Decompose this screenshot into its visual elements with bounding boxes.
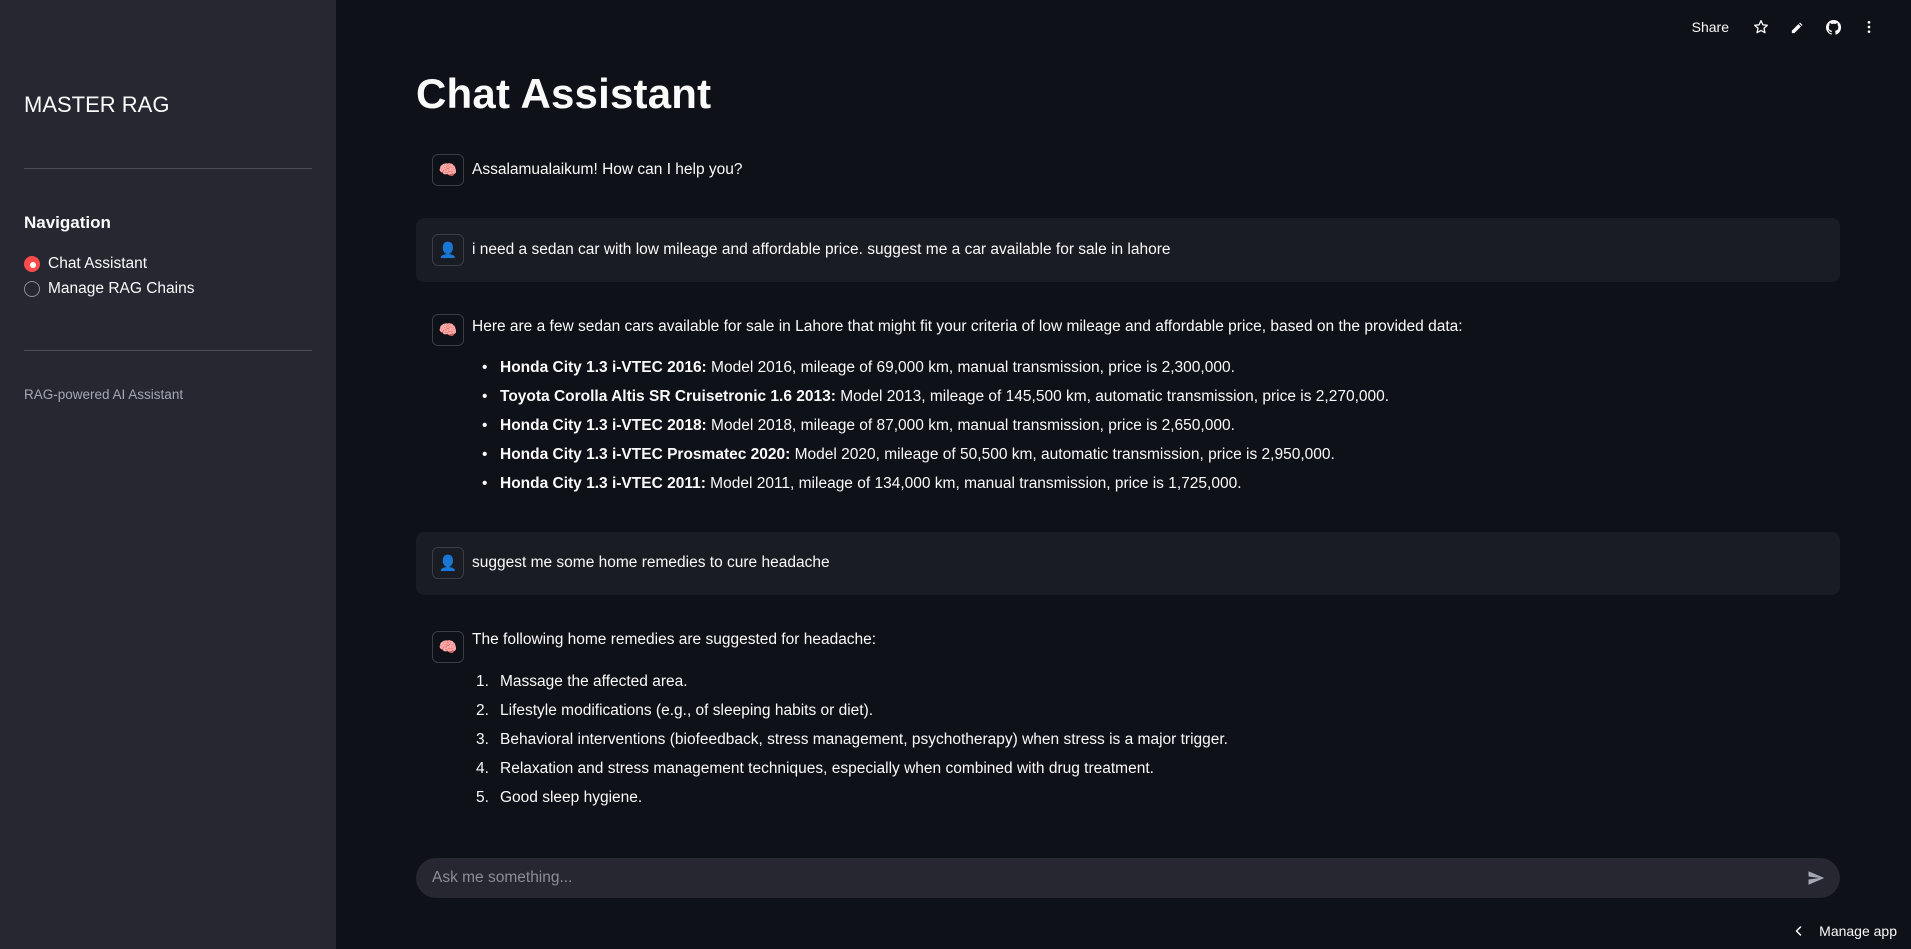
user-icon: 👤 [432, 547, 464, 579]
nav-option-chat-assistant[interactable]: Chat Assistant [24, 255, 147, 273]
list-number: 5. [476, 789, 489, 806]
radio-unselected-icon [24, 281, 40, 297]
manage-app-button[interactable]: Manage app [1793, 923, 1897, 939]
nav-option-manage-rag-chains[interactable]: Manage RAG Chains [24, 280, 194, 298]
navigation-title: Navigation [24, 213, 111, 232]
list-item-text: Good sleep hygiene. [500, 789, 643, 806]
edit-pencil-icon[interactable] [1779, 14, 1815, 40]
message-text: Assalamualaikum! How can I help you? [472, 161, 743, 178]
bullet-icon: • [482, 359, 488, 376]
brand-title: MASTER RAG [24, 92, 170, 117]
list-item-text: Massage the affected area. [500, 673, 688, 690]
brain-icon: 🧠 [432, 631, 464, 663]
chat-message-assistant: 🧠 Here are a few sedan cars available fo… [416, 310, 1840, 500]
message-text: Here are a few sedan cars available for … [472, 318, 1463, 335]
list-item-text: Lifestyle modifications (e.g., of sleepi… [500, 702, 874, 719]
car-details: Model 2013, mileage of 145,500 km, autom… [835, 388, 1390, 405]
sidebar-caption: RAG-powered AI Assistant [24, 387, 184, 402]
star-icon[interactable] [1743, 14, 1779, 40]
chat-input-container [416, 858, 1840, 898]
send-icon[interactable] [1806, 868, 1826, 888]
brain-icon: 🧠 [432, 314, 464, 346]
car-details: Model 2011, mileage of 134,000 km, manua… [705, 475, 1242, 492]
list-item-text: Behavioral interventions (biofeedback, s… [500, 731, 1228, 748]
car-details: Model 2020, mileage of 50,500 km, automa… [790, 446, 1335, 463]
list-item-text: Relaxation and stress management techniq… [500, 760, 1154, 777]
top-toolbar: Share [1692, 14, 1887, 40]
list-number: 4. [476, 760, 489, 777]
bullet-icon: • [482, 388, 488, 405]
manage-app-label: Manage app [1819, 923, 1897, 939]
chevron-left-icon [1793, 925, 1805, 937]
nav-option-label: Chat Assistant [48, 255, 148, 272]
list-number: 2. [476, 702, 489, 719]
divider [24, 168, 312, 169]
sidebar: MASTER RAG Navigation Chat Assistant Man… [0, 0, 336, 949]
bullet-icon: • [482, 475, 488, 492]
chat-message-user: 👤 suggest me some home remedies to cure … [416, 532, 1840, 595]
car-name: Honda City 1.3 i-VTEC 2011: [500, 475, 706, 492]
chat-message-assistant: 🧠 Assalamualaikum! How can I help you? [416, 150, 1840, 190]
page-title: Chat Assistant [416, 70, 712, 117]
car-details: Model 2018, mileage of 87,000 km, manual… [706, 417, 1235, 434]
bullet-icon: • [482, 417, 488, 434]
user-icon: 👤 [432, 234, 464, 266]
message-text: The following home remedies are suggeste… [472, 631, 877, 648]
more-vertical-icon[interactable] [1851, 14, 1887, 40]
radio-selected-icon [24, 256, 40, 272]
brain-icon: 🧠 [432, 154, 464, 186]
message-text: suggest me some home remedies to cure he… [472, 554, 830, 571]
car-name: Honda City 1.3 i-VTEC 2016: [500, 359, 707, 376]
chat-input[interactable] [432, 858, 1772, 898]
car-name: Toyota Corolla Altis SR Cruisetronic 1.6… [500, 388, 836, 405]
message-text: i need a sedan car with low mileage and … [472, 241, 1171, 258]
divider [24, 350, 312, 351]
car-details: Model 2016, mileage of 69,000 km, manual… [706, 359, 1235, 376]
list-number: 3. [476, 731, 489, 748]
car-name: Honda City 1.3 i-VTEC 2018: [500, 417, 707, 434]
nav-option-label: Manage RAG Chains [48, 280, 195, 297]
share-button[interactable]: Share [1692, 19, 1729, 35]
bullet-icon: • [482, 446, 488, 463]
chat-message-assistant: 🧠 The following home remedies are sugges… [416, 627, 1840, 817]
chat-message-user: 👤 i need a sedan car with low mileage an… [416, 218, 1840, 282]
car-name: Honda City 1.3 i-VTEC Prosmatec 2020: [500, 446, 791, 463]
github-icon[interactable] [1815, 14, 1851, 40]
list-number: 1. [476, 673, 489, 690]
